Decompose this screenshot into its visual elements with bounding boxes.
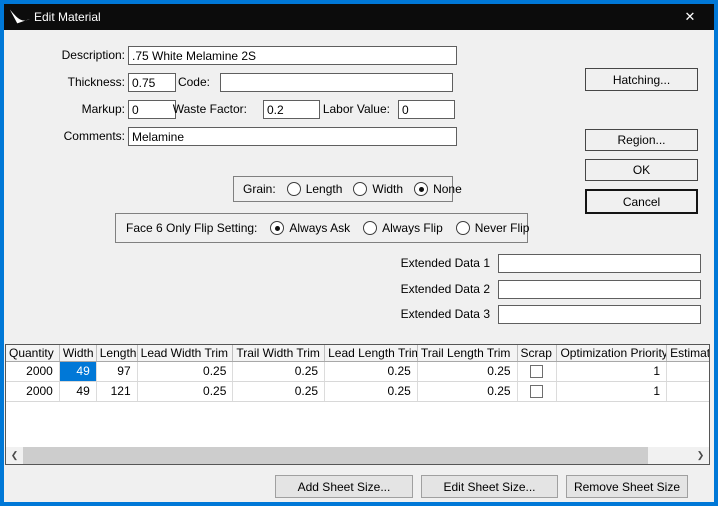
comments-label: Comments: (63, 129, 125, 143)
remove-sheet-size-button[interactable]: Remove Sheet Size (566, 475, 688, 498)
column-header-width: Width (60, 345, 97, 361)
horizontal-scrollbar[interactable]: ❮ ❯ (6, 447, 709, 464)
face6-never-flip-label: Never Flip (474, 221, 530, 235)
cell-trail-width-trim[interactable]: 0.25 (233, 382, 326, 401)
labor-value-label: Labor Value: (322, 102, 390, 116)
cell-scrap (518, 382, 558, 401)
cell-optimization-priority[interactable]: 1 (557, 382, 668, 401)
extended-data-3-input[interactable] (498, 305, 701, 324)
extended-data-2-label: Extended Data 2 (400, 282, 490, 296)
face6-flip-group: Face 6 Only Flip Setting: Always Ask Alw… (115, 213, 530, 243)
add-sheet-size-button[interactable]: Add Sheet Size... (275, 475, 413, 498)
cell-lead-length-trim[interactable]: 0.25 (325, 382, 418, 401)
table-row: 2000 49 121 0.25 0.25 0.25 0.25 1 (6, 382, 709, 402)
grain-none-label: None (433, 182, 462, 196)
window-title: Edit Material (34, 10, 101, 24)
cell-optimization-priority[interactable]: 1 (557, 362, 668, 381)
radio-icon (455, 221, 470, 235)
comments-input[interactable] (128, 127, 457, 146)
cell-lead-width-trim[interactable]: 0.25 (138, 362, 234, 381)
cell-lead-length-trim[interactable]: 0.25 (325, 362, 418, 381)
cell-scrap (518, 362, 558, 381)
scrap-checkbox[interactable] (530, 365, 544, 378)
cell-trail-width-trim[interactable]: 0.25 (233, 362, 326, 381)
waste-factor-label: Waste Factor: (172, 102, 247, 116)
hatching-button[interactable]: Hatching... (585, 68, 698, 91)
face6-never-flip-radio[interactable]: Never Flip (455, 221, 530, 235)
face6-flip-label: Face 6 Only Flip Setting: (126, 221, 258, 235)
scroll-left-icon: ❮ (10, 450, 19, 460)
code-input[interactable] (220, 73, 453, 92)
description-label: Description: (61, 48, 125, 62)
grain-group: Grain: Length Width None (233, 176, 462, 202)
thickness-label: Thickness: (67, 75, 125, 89)
cell-length[interactable]: 121 (97, 382, 138, 401)
region-button[interactable]: Region... (585, 129, 698, 151)
cell-length[interactable]: 97 (97, 362, 138, 381)
scroll-right-button[interactable]: ❯ (692, 447, 709, 464)
grain-label: Grain: (243, 182, 276, 196)
extended-data-3-label: Extended Data 3 (400, 307, 490, 321)
cell-trail-length-trim[interactable]: 0.25 (418, 362, 518, 381)
cell-trail-length-trim[interactable]: 0.25 (418, 382, 518, 401)
cell-estimat[interactable] (667, 382, 709, 401)
cell-width[interactable]: 49 (60, 382, 97, 401)
column-header-estimat: Estimat (670, 346, 710, 360)
scrap-checkbox[interactable] (530, 385, 544, 398)
labor-value-input[interactable] (398, 100, 455, 119)
column-header-length: Length (97, 345, 138, 361)
app-logo-icon (9, 9, 31, 24)
face6-always-ask-label: Always Ask (289, 221, 351, 235)
markup-label: Markup: (81, 102, 125, 116)
grain-width-label: Width (372, 182, 404, 196)
sheet-size-table: Quantity Width Length Lead Width Trim Tr… (5, 344, 710, 465)
table-header-row: Quantity Width Length Lead Width Trim Tr… (6, 345, 709, 362)
grain-length-label: Length (305, 182, 343, 196)
column-header-quantity: Quantity (6, 345, 60, 361)
column-header-trail-length-trim: Trail Length Trim (418, 345, 518, 361)
edit-material-dialog: Edit Material ✕ Description: Thickness: … (0, 0, 718, 506)
extended-data-1-input[interactable] (498, 254, 701, 273)
face6-always-flip-label: Always Flip (382, 221, 443, 235)
radio-icon (363, 221, 378, 235)
cell-quantity[interactable]: 2000 (6, 362, 60, 381)
grain-length-radio[interactable]: Length (286, 182, 343, 196)
description-input[interactable] (128, 46, 457, 65)
column-header-optimization-priority: Optimization Priority (557, 345, 668, 361)
code-label: Code: (177, 75, 210, 89)
radio-icon (353, 182, 368, 196)
face6-always-flip-radio[interactable]: Always Flip (363, 221, 443, 235)
scrollbar-thumb[interactable] (23, 447, 648, 464)
extended-data-1-label: Extended Data 1 (400, 256, 490, 270)
edit-sheet-size-button[interactable]: Edit Sheet Size... (421, 475, 558, 498)
column-header-trail-width-trim: Trail Width Trim (233, 345, 326, 361)
close-icon: ✕ (684, 9, 696, 24)
scroll-right-icon: ❯ (696, 450, 705, 460)
scroll-left-button[interactable]: ❮ (6, 447, 23, 464)
cell-width-selected[interactable]: 49 (59, 362, 97, 381)
radio-icon (286, 182, 301, 196)
column-header-scrap: Scrap (518, 345, 558, 361)
radio-checked-icon (270, 221, 285, 235)
cell-quantity[interactable]: 2000 (6, 382, 60, 401)
face6-always-ask-radio[interactable]: Always Ask (270, 221, 350, 235)
column-header-lead-width-trim: Lead Width Trim (138, 345, 234, 361)
grain-none-radio[interactable]: None (414, 182, 462, 196)
extended-data-2-input[interactable] (498, 280, 701, 299)
table-row: 2000 49 97 0.25 0.25 0.25 0.25 1 (6, 362, 709, 382)
cell-lead-width-trim[interactable]: 0.25 (138, 382, 234, 401)
cancel-button[interactable]: Cancel (585, 189, 698, 214)
title-bar: Edit Material ✕ (4, 4, 714, 30)
close-button[interactable]: ✕ (674, 4, 706, 30)
cell-estimat[interactable] (667, 362, 709, 381)
ok-button[interactable]: OK (585, 159, 698, 181)
grain-width-radio[interactable]: Width (353, 182, 403, 196)
radio-checked-icon (414, 182, 429, 196)
column-header-lead-length-trim: Lead Length Trim (325, 345, 418, 361)
